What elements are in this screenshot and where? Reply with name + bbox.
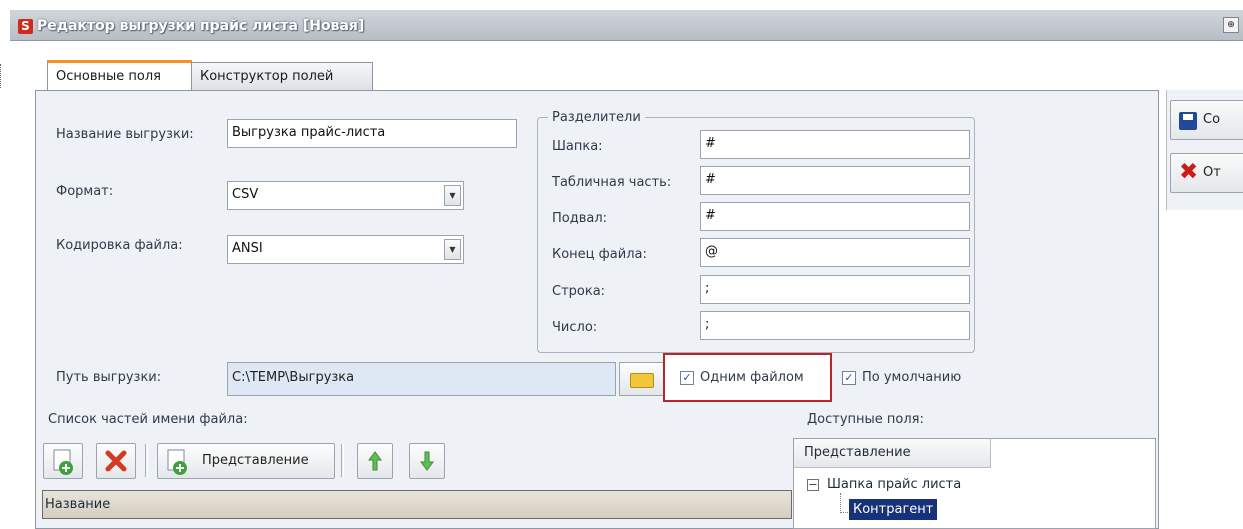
add-representation-label: Представление — [202, 453, 309, 468]
add-document-icon — [167, 449, 187, 475]
add-representation-button[interactable]: Представление — [157, 443, 335, 479]
move-up-button[interactable] — [357, 443, 393, 479]
separator-header-input[interactable]: # — [700, 130, 970, 159]
encoding-label: Кодировка файла: — [56, 238, 183, 253]
format-select[interactable]: CSV ▼ — [227, 181, 464, 210]
add-part-button[interactable] — [43, 443, 83, 479]
separator-footer-label: Подвал: — [552, 211, 608, 226]
one-file-checkbox[interactable]: ✓ — [680, 371, 694, 385]
separator-eof-input[interactable]: @ — [700, 238, 970, 267]
cancel-button[interactable]: ✖ От — [1170, 153, 1243, 193]
save-button-label: Со — [1203, 112, 1221, 127]
app-logo-icon: S — [18, 19, 33, 34]
tab-main-fields[interactable]: Основные поля — [47, 60, 192, 90]
tree-connector — [840, 512, 848, 513]
format-label: Формат: — [56, 184, 114, 199]
separator-row-label: Строка: — [552, 284, 606, 299]
arrow-up-icon — [368, 451, 382, 471]
separator-number-input[interactable]: ; — [700, 311, 970, 340]
delete-icon — [105, 450, 127, 472]
window-edge-marker — [0, 64, 2, 88]
cancel-button-label: От — [1203, 165, 1221, 180]
export-path-input[interactable]: C:\TEMP\Выгрузка — [227, 362, 616, 396]
tree-node-counterparty[interactable]: Контрагент — [849, 499, 938, 520]
pin-icon[interactable]: ⊕ — [1223, 17, 1239, 33]
window-titlebar[interactable]: S Редактор выгрузки прайс листа [Новая] … — [10, 10, 1243, 41]
folder-icon — [630, 373, 654, 388]
save-icon — [1179, 112, 1197, 130]
cancel-icon: ✖ — [1179, 159, 1199, 185]
separator-header-label: Шапка: — [552, 139, 603, 154]
chevron-down-icon[interactable]: ▼ — [444, 185, 461, 206]
tree-node-header[interactable]: Шапка прайс листа — [827, 477, 961, 492]
default-label: По умолчанию — [862, 370, 962, 385]
default-checkbox[interactable]: ✓ — [842, 371, 856, 385]
save-button[interactable]: Со — [1170, 100, 1243, 140]
export-name-label: Название выгрузки: — [56, 127, 194, 142]
separator-row-input[interactable]: ; — [700, 275, 970, 304]
export-name-input[interactable]: Выгрузка прайс-листа — [227, 119, 517, 148]
delete-part-button[interactable] — [96, 443, 136, 479]
browse-folder-button[interactable] — [619, 362, 664, 396]
window-title: Редактор выгрузки прайс листа [Новая] — [37, 18, 365, 34]
arrow-down-icon — [420, 451, 434, 471]
tree-connector — [840, 493, 841, 513]
separator-footer-input[interactable]: # — [700, 202, 970, 231]
file-parts-column-header[interactable]: Название — [42, 490, 792, 519]
export-path-label: Путь выгрузки: — [56, 370, 162, 385]
available-fields-column-header[interactable]: Представление — [794, 439, 991, 468]
separator-eof-label: Конец файла: — [552, 247, 647, 262]
collapse-icon[interactable]: − — [807, 479, 819, 491]
separator-number-label: Число: — [552, 320, 598, 335]
encoding-select-value: ANSI — [232, 241, 263, 256]
move-down-button[interactable] — [409, 443, 445, 479]
toolbar-separator — [145, 444, 148, 477]
format-select-value: CSV — [232, 187, 259, 202]
file-parts-title: Список частей имени файла: — [48, 412, 248, 427]
encoding-select[interactable]: ANSI ▼ — [227, 235, 464, 264]
tab-field-constructor[interactable]: Конструктор полей — [191, 62, 373, 90]
available-fields-title: Доступные поля: — [807, 412, 924, 427]
toolbar-separator — [341, 444, 344, 477]
one-file-label: Одним файлом — [700, 370, 804, 385]
separator-table-input[interactable]: # — [700, 166, 970, 195]
separator-table-label: Табличная часть: — [552, 175, 672, 190]
chevron-down-icon[interactable]: ▼ — [444, 239, 461, 260]
add-document-icon — [53, 449, 73, 475]
separators-title: Разделители — [548, 110, 645, 125]
